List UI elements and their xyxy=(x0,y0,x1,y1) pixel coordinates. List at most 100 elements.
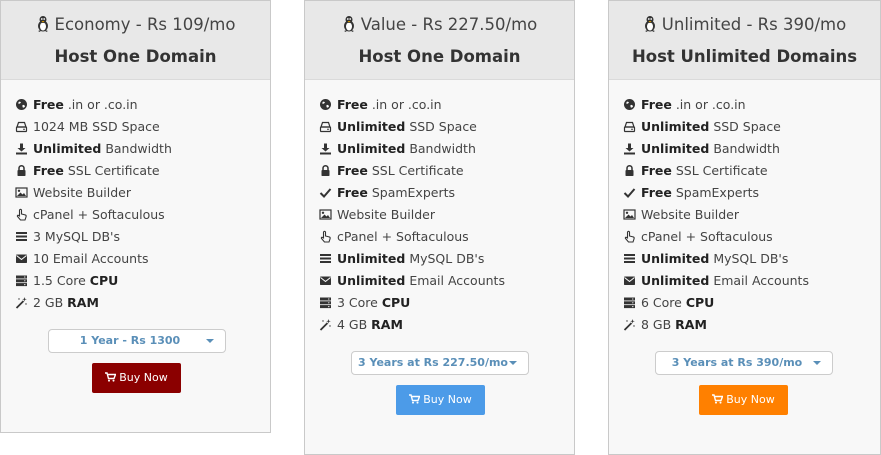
cart-icon xyxy=(712,394,724,404)
feature-text: .in or .co.in xyxy=(367,97,442,112)
feature-highlight: CPU xyxy=(685,295,715,310)
billing-cycle-select[interactable]: 1 Year - Rs 1300 xyxy=(48,329,226,353)
feature-text: Website Builder xyxy=(641,207,740,222)
feature-item: 2 GB RAM xyxy=(15,292,270,314)
feature-highlight: Free xyxy=(337,97,368,112)
feature-highlight: Unlimited xyxy=(641,119,710,134)
billing-cycle-value: 3 Years at Rs 227.50/mo xyxy=(358,356,508,369)
list-icon xyxy=(624,254,635,263)
feature-item: 1024 MB SSD Space xyxy=(15,116,270,138)
feature-item: Free SpamExperts xyxy=(623,182,880,204)
feature-item: Website Builder xyxy=(623,204,880,226)
feature-item: Website Builder xyxy=(15,182,270,204)
feature-item: 3 MySQL DB's xyxy=(15,226,270,248)
envelope-icon xyxy=(320,276,331,285)
chevron-down-icon xyxy=(206,339,214,343)
feature-text: 3 Core xyxy=(337,295,382,310)
plan-header: Value - Rs 227.50/mo Host One Domain xyxy=(305,1,574,80)
plan-card-unlimited: Unlimited - Rs 390/mo Host Unlimited Dom… xyxy=(608,0,881,455)
feature-text: 8 GB xyxy=(641,317,676,332)
feature-text: 4 GB xyxy=(337,317,372,332)
feature-list: Free .in or .co.in 1024 MB SSD Space Unlim… xyxy=(1,80,270,314)
hdd-icon xyxy=(15,121,28,133)
billing-cycle-value: 1 Year - Rs 1300 xyxy=(79,334,181,347)
chevron-down-icon xyxy=(509,361,517,365)
feature-text: .in or .co.in xyxy=(671,97,746,112)
feature-text: 1.5 Core xyxy=(33,273,90,288)
feature-highlight: RAM xyxy=(67,295,99,310)
buy-now-button[interactable]: Buy Now xyxy=(699,385,788,415)
feature-highlight: Unlimited xyxy=(337,119,406,134)
feature-item: Free SSL Certificate xyxy=(623,160,880,182)
feature-highlight: RAM xyxy=(371,317,403,332)
server-icon xyxy=(624,297,635,309)
chevron-down-icon xyxy=(813,361,821,365)
feature-highlight: Unlimited xyxy=(641,273,710,288)
feature-text: Website Builder xyxy=(337,207,436,222)
feature-item: 3 Core CPU xyxy=(319,292,574,314)
envelope-icon xyxy=(16,254,27,263)
feature-highlight: Free xyxy=(641,97,672,112)
hdd-icon xyxy=(623,121,636,133)
plan-subtitle: Host Unlimited Domains xyxy=(631,47,858,66)
feature-highlight: Unlimited xyxy=(337,251,406,266)
feature-highlight: Free xyxy=(641,185,672,200)
feature-item: 4 GB RAM xyxy=(319,314,574,336)
feature-text: SSL Certificate xyxy=(367,163,464,178)
feature-highlight: Unlimited xyxy=(641,141,710,156)
lock-icon xyxy=(625,164,634,176)
feature-text: Email Accounts xyxy=(709,273,809,288)
feature-highlight: Free xyxy=(33,97,64,112)
feature-text: SpamExperts xyxy=(367,185,456,200)
billing-cycle-select[interactable]: 3 Years at Rs 390/mo xyxy=(655,351,833,375)
buy-now-label: Buy Now xyxy=(726,393,775,406)
pointer-icon xyxy=(624,230,635,243)
feature-text: Website Builder xyxy=(33,185,132,200)
check-icon xyxy=(623,188,636,198)
plan-header: Unlimited - Rs 390/mo Host Unlimited Dom… xyxy=(609,1,880,80)
plan-header: Economy - Rs 109/mo Host One Domain xyxy=(1,1,270,80)
feature-text: SpamExperts xyxy=(671,185,760,200)
billing-cycle-value: 3 Years at Rs 390/mo xyxy=(671,356,803,369)
feature-item: 1.5 Core CPU xyxy=(15,270,270,292)
feature-text: SSD Space xyxy=(405,119,477,134)
linux-icon xyxy=(644,16,655,32)
feature-text: Bandwidth xyxy=(101,141,172,156)
server-icon xyxy=(16,275,27,287)
linux-icon xyxy=(37,16,48,32)
feature-item: Unlimited Email Accounts xyxy=(319,270,574,292)
cart-icon xyxy=(105,372,117,382)
buy-now-button[interactable]: Buy Now xyxy=(92,363,181,393)
server-icon xyxy=(320,297,331,309)
image-icon xyxy=(623,209,636,220)
feature-item: Unlimited MySQL DB's xyxy=(319,248,574,270)
feature-highlight: CPU xyxy=(381,295,411,310)
feature-text: cPanel + Softaculous xyxy=(337,229,469,244)
feature-item: Unlimited SSD Space xyxy=(623,116,880,138)
magic-icon xyxy=(623,319,635,331)
feature-item: cPanel + Softaculous xyxy=(319,226,574,248)
download-icon xyxy=(624,143,635,155)
buy-now-button[interactable]: Buy Now xyxy=(396,385,485,415)
feature-highlight: Free xyxy=(337,185,368,200)
feature-list: Free .in or .co.in Unlimited SSD Space Unl… xyxy=(305,80,574,336)
feature-text: Bandwidth xyxy=(405,141,476,156)
plan-title-text: Value - Rs 227.50/mo xyxy=(360,15,538,34)
feature-text: SSD Space xyxy=(709,119,781,134)
list-icon xyxy=(320,254,331,263)
feature-text: 3 MySQL DB's xyxy=(33,229,120,244)
feature-text: Email Accounts xyxy=(405,273,505,288)
plan-title-text: Economy - Rs 109/mo xyxy=(54,15,236,34)
billing-cycle-select[interactable]: 3 Years at Rs 227.50/mo xyxy=(351,351,529,375)
feature-list: Free .in or .co.in Unlimited SSD Space Unl… xyxy=(609,80,880,336)
feature-highlight: Free xyxy=(337,163,368,178)
envelope-icon xyxy=(624,276,635,285)
plan-title: Value - Rs 227.50/mo xyxy=(305,1,574,36)
feature-item: 8 GB RAM xyxy=(623,314,880,336)
feature-highlight: RAM xyxy=(675,317,707,332)
plan-title: Unlimited - Rs 390/mo xyxy=(609,1,880,36)
feature-text: MySQL DB's xyxy=(405,251,485,266)
feature-highlight: Unlimited xyxy=(337,273,406,288)
feature-highlight: Free xyxy=(641,163,672,178)
feature-item: Free SpamExperts xyxy=(319,182,574,204)
